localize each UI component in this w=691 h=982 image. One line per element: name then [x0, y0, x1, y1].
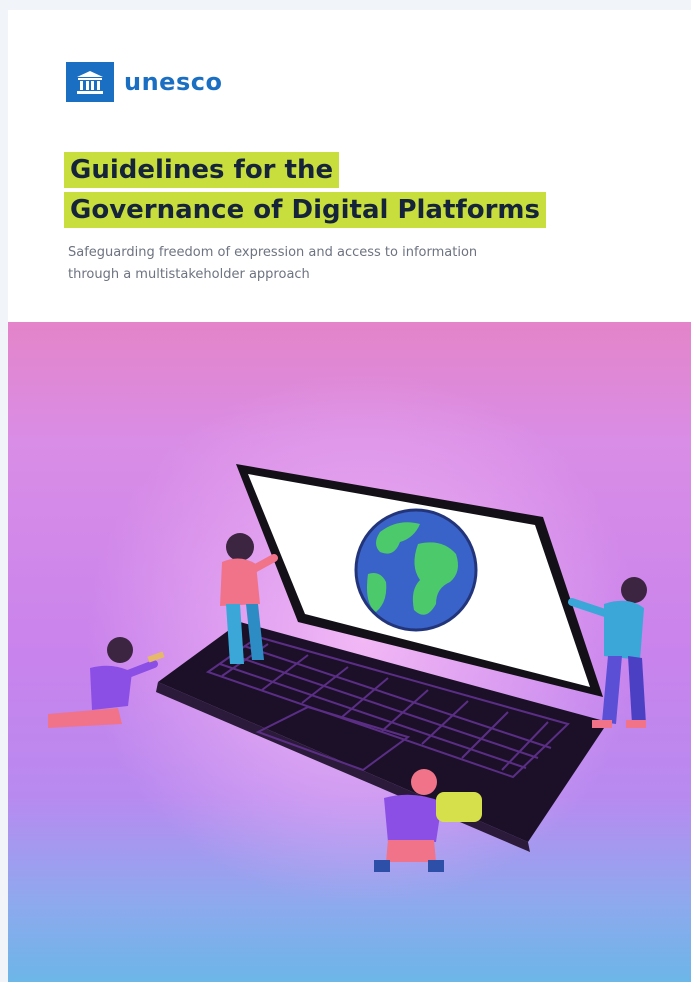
unesco-logo: unesco [66, 62, 222, 102]
title-line-2: Governance of Digital Platforms [64, 192, 546, 228]
document-title: Guidelines for the Governance of Digital… [64, 152, 624, 232]
title-line-1: Guidelines for the [64, 152, 340, 188]
document-subtitle: Safeguarding freedom of expression and a… [68, 242, 628, 286]
cover-illustration [8, 322, 691, 982]
subtitle-line-1: Safeguarding freedom of expression and a… [68, 245, 478, 260]
subtitle-line-2: through a multistakeholder approach [68, 267, 310, 282]
laptop-with-globe-illustration [48, 464, 647, 872]
temple-building-icon [66, 62, 114, 102]
logo-wordmark: unesco [124, 68, 223, 96]
globe-icon [354, 508, 478, 632]
person-kneeling-hammer [48, 637, 165, 728]
document-cover: unesco Guidelines for the Governance of … [8, 10, 691, 982]
